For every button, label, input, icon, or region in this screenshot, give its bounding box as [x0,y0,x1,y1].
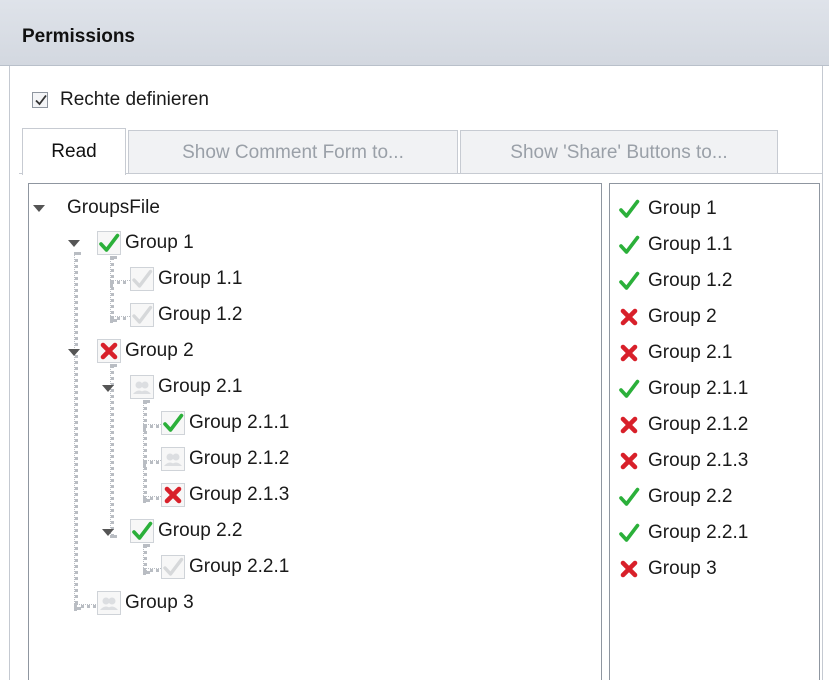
list-item-label: Group 1.1 [648,234,733,255]
check-icon[interactable] [161,411,185,435]
list-item[interactable]: Group 1 [618,196,717,222]
group-icon[interactable] [161,447,185,471]
list-item-label: Group 2.1.2 [648,414,749,435]
list-item[interactable]: Group 1.2 [618,268,733,294]
expand-arrow-icon[interactable] [102,385,114,392]
expand-arrow-icon[interactable] [33,205,45,212]
list-item-label: Group 1.2 [648,270,733,291]
tab-read[interactable]: Read [22,128,126,175]
panel-border-left [9,66,10,680]
tree-node-label: Group 2.1 [158,376,243,397]
check-icon[interactable] [130,519,154,543]
cross-icon [618,450,640,472]
tree-node[interactable]: Group 1.2 [130,302,243,328]
cross-icon [618,414,640,436]
check-icon [618,234,640,256]
expand-arrow-icon[interactable] [68,240,80,247]
tree-node[interactable]: Group 2.2.1 [161,554,289,580]
cross-icon [618,306,640,328]
check-icon [618,198,640,220]
list-item-label: Group 3 [648,558,717,579]
list-item-label: Group 2.2 [648,486,733,507]
list-item[interactable]: Group 3 [618,556,717,582]
tab-label: Read [51,141,97,162]
list-item[interactable]: Group 2.1.2 [618,412,748,438]
define-rights-row[interactable]: Rechte definieren [32,88,209,112]
tree-node-label: Group 2.2.1 [189,556,290,577]
list-item[interactable]: Group 2.2.1 [618,520,748,546]
cross-icon [618,342,640,364]
list-item-label: Group 2.1 [648,342,733,363]
checkmark-icon [35,94,47,106]
tree-node-label: Group 1 [125,232,194,253]
check-icon [618,522,640,544]
tab-show-comment-form[interactable]: Show Comment Form to... [128,130,458,174]
list-item[interactable]: Group 2 [618,304,717,330]
expand-arrow-icon[interactable] [68,349,80,356]
tree-node[interactable]: Group 2.1.1 [161,410,289,436]
tree-node-label: Group 3 [125,592,194,613]
tree-node-label: Group 2.1.3 [189,484,290,505]
tree-node[interactable]: Group 2.2 [130,518,243,544]
panel-border-right [822,66,823,680]
expand-arrow-icon[interactable] [102,529,114,536]
check-icon [618,378,640,400]
tree-node[interactable]: Group 1 [97,230,194,256]
list-item[interactable]: Group 1.1 [618,232,733,258]
tree-node-label: Group 1.2 [158,304,243,325]
list-item[interactable]: Group 2.2 [618,484,733,510]
list-item-label: Group 2 [648,306,717,327]
cross-icon[interactable] [161,483,185,507]
list-item-label: Group 2.2.1 [648,522,749,543]
list-item-label: Group 1 [648,198,717,219]
list-item[interactable]: Group 2.1.1 [618,376,748,402]
list-item[interactable]: Group 2.1 [618,340,733,366]
faded-check-icon[interactable] [161,555,185,579]
check-icon [618,486,640,508]
group-icon[interactable] [130,375,154,399]
define-rights-label: Rechte definieren [60,89,209,110]
group-icon[interactable] [97,591,121,615]
tree-connector [74,252,78,610]
tab-show-share-buttons[interactable]: Show 'Share' Buttons to... [460,130,778,174]
tab-label: Show 'Share' Buttons to... [510,141,728,163]
tab-label: Show Comment Form to... [182,141,404,163]
list-item[interactable]: Group 2.1.3 [618,448,748,474]
panel-header: Permissions [0,0,829,66]
tree-node-label: Group 1.1 [158,268,243,289]
define-rights-checkbox[interactable] [32,92,48,108]
tree-node-label: Group 2.1.2 [189,448,290,469]
cross-icon[interactable] [97,339,121,363]
check-icon [618,270,640,292]
tree-node[interactable]: Group 1.1 [130,266,243,292]
faded-check-icon[interactable] [130,303,154,327]
faded-check-icon[interactable] [130,267,154,291]
tree-node[interactable]: Group 2.1.2 [161,446,289,472]
tree-node-label: Group 2 [125,340,194,361]
check-icon[interactable] [97,231,121,255]
tree-node[interactable]: Group 2 [97,338,194,364]
tree-node[interactable]: Group 2.1.3 [161,482,289,508]
tree-node[interactable]: Group 2.1 [130,374,243,400]
tree-root[interactable]: GroupsFile [67,195,160,221]
panel-title: Permissions [22,26,135,47]
tree-node-label: GroupsFile [67,197,160,218]
tree-connector [110,256,114,322]
tree-node-label: Group 2.1.1 [189,412,290,433]
list-item-label: Group 2.1.3 [648,450,749,471]
tree-node-label: Group 2.2 [158,520,243,541]
list-item-label: Group 2.1.1 [648,378,749,399]
cross-icon [618,558,640,580]
tree-node[interactable]: Group 3 [97,590,194,616]
tree-connector [143,400,147,502]
